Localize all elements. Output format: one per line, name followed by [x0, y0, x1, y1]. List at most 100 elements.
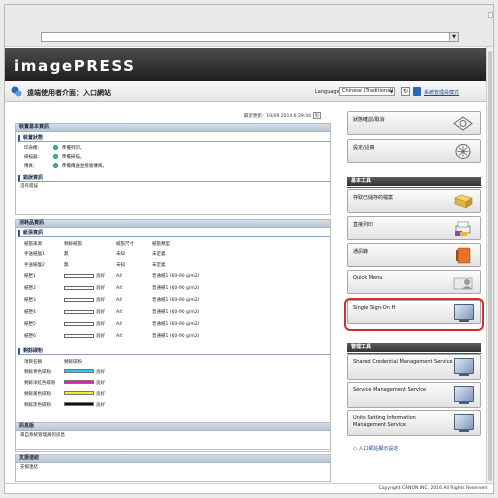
toner-level-cell: 良好: [64, 377, 224, 388]
language-value: Chinese (Traditional): [342, 88, 394, 94]
column-header: 剩餘紙張: [64, 241, 82, 247]
page-title: 遠端使用者介面：入口網站: [27, 89, 111, 97]
support-links: 支援連結 支援連結: [15, 454, 331, 482]
address-book-button[interactable]: 通訊錄: [347, 243, 481, 267]
paper-type: 普通紙1 (60-90 g/m2): [152, 274, 200, 279]
paper-level-bar: [64, 297, 94, 302]
button-label: Units Setting Information Management Ser…: [353, 415, 416, 428]
address-book-icon: [456, 247, 471, 264]
toner-level: 良好: [96, 391, 105, 397]
monitor-icon: [454, 414, 474, 432]
folder-icon: [454, 194, 473, 209]
status-value: 準備掃描。: [61, 155, 85, 160]
paper-size: A4: [116, 321, 122, 327]
paper-size: A4: [116, 309, 122, 315]
toner-level-bar: [64, 391, 94, 395]
table-header-row: 項目名稱 剩餘碳粉: [24, 357, 224, 366]
paper-type: 普通紙1 (60-90 g/m2): [152, 298, 200, 303]
paper-size: A4: [116, 285, 122, 291]
section-title: 支援連結: [16, 455, 330, 463]
status-ok-icon: [53, 145, 59, 150]
paper-source: 手送紙盤2: [24, 262, 45, 268]
table-row: 手送紙盤2 無 未知 未定義: [24, 259, 324, 270]
status-label: 傳真：: [24, 164, 38, 169]
language-label: Language:: [315, 89, 342, 95]
toner-level-bar: [64, 369, 94, 373]
user-icon: [453, 277, 473, 290]
column-header: 紙張來源: [24, 241, 42, 247]
language-select[interactable]: Chinese (Traditional) ▼: [339, 87, 395, 96]
paper-type: 未定義: [152, 262, 166, 268]
refresh-button[interactable]: ↻: [313, 112, 321, 119]
paper-source: 紙匣2: [24, 286, 36, 291]
settings-button[interactable]: 設定/註冊: [347, 139, 481, 163]
table-row: 剩餘洋紅色碳粉 良好: [24, 377, 224, 388]
paper-source: 紙匣4: [24, 310, 36, 315]
link-label: 入口網站顯示設定: [358, 446, 399, 452]
units-setting-button[interactable]: Units Setting Information Management Ser…: [347, 410, 481, 436]
table-row: 紙匣2 良好 A4 普通紙1 (60-90 g/m2): [24, 282, 324, 294]
paper-remaining: 無: [64, 262, 69, 268]
paper-remaining: 良好: [96, 334, 105, 339]
button-label: Shared Credential Management Service: [353, 359, 453, 365]
table-row: 紙匣1 良好 A4 普通紙1 (60-90 g/m2): [24, 270, 324, 282]
paper-size: A4: [116, 333, 122, 339]
paper-source: 紙匣5: [24, 322, 36, 327]
error-text: 沒有錯誤: [20, 184, 38, 189]
message-text: 來自系統管理員的訊息: [20, 433, 65, 438]
portal-header: 遠端使用者介面：入口網站 Language: Chinese (Traditio…: [5, 81, 493, 102]
browser-window: ▼ imagePRESS 遠端使用者介面：入口網站 Language: Chin…: [4, 4, 494, 494]
subsection-title: 裝置狀態: [18, 135, 330, 142]
browser-toolbar: ▼: [5, 5, 493, 47]
toner-level: 良好: [96, 402, 105, 408]
copyright: Copyright CANON INC. 2016 All Rights Res…: [378, 486, 487, 491]
language-apply-button[interactable]: ↻: [401, 87, 410, 96]
quick-menu-button[interactable]: Quick Menu: [347, 270, 481, 294]
section-title: 消耗品資訊: [16, 220, 330, 228]
stored-files-button[interactable]: 存取已儲存的檔案: [347, 189, 481, 213]
paper-type: 普通紙1 (60-90 g/m2): [152, 310, 200, 315]
message-board: 訊息版 來自系統管理員的訊息: [15, 422, 331, 450]
paper-source: 紙匣1: [24, 274, 36, 279]
chevron-down-icon[interactable]: ▼: [449, 33, 458, 41]
toner-level-cell: 良好: [64, 388, 224, 399]
toner-level-bar: [64, 402, 94, 406]
toner-table: 項目名稱 剩餘碳粉 剩餘青色碳粉 良好 剩餘洋紅色碳粉 良好 剩餘黃色碳粉 良好…: [24, 357, 224, 410]
scroll-up-button[interactable]: [488, 12, 493, 18]
paper-table: 紙張來源 剩餘紙張 紙張尺寸 紙張類型 手送紙盤1 無 未知 未定義 手送紙盤2…: [24, 239, 324, 342]
direct-print-button[interactable]: 直接列印: [347, 216, 481, 240]
column-header: 紙張尺寸: [116, 241, 134, 247]
brand-logo: imagePRESS: [14, 57, 136, 75]
paper-level-bar: [64, 333, 94, 338]
paper-size: A4: [116, 273, 122, 279]
button-label: Service Management Service: [353, 387, 427, 393]
shared-credential-button[interactable]: Shared Credential Management Service: [347, 354, 481, 380]
address-bar[interactable]: ▼: [41, 32, 459, 42]
paper-size: 未知: [116, 262, 125, 268]
toner-level-cell: 良好: [64, 366, 224, 377]
status-ok-icon: [53, 154, 59, 159]
button-label: Quick Menu: [353, 275, 383, 281]
status-row: 掃描器： 準備掃描。: [16, 153, 330, 162]
table-row: 剩餘黃色碳粉 良好: [24, 388, 224, 399]
sysadmin-mode-link[interactable]: 系統管理員模式: [424, 89, 459, 96]
scrollbar-thumb[interactable]: [488, 51, 492, 481]
paper-remaining-cell: 良好: [64, 330, 116, 342]
column-header: 剩餘碳粉: [64, 359, 82, 365]
gear-icon: [455, 144, 471, 159]
consumables-info: 消耗品資訊 紙張資訊 紙張來源 剩餘紙張 紙張尺寸 紙張類型 手送紙盤1 無 未…: [15, 219, 331, 452]
service-management-button[interactable]: Service Management Service: [347, 382, 481, 408]
sidebar: 狀態確認/取消 設定/註冊 基本工具 存取已儲存的檔案 直接列印 通訊錄 Qui…: [341, 109, 487, 489]
status-label: 印表機：: [24, 146, 42, 151]
paper-remaining: 良好: [96, 298, 105, 303]
device-basic-info: 裝置基本資訊 裝置狀態 印表機： 準備列印。 掃描器： 準備掃描。 傳真： 準備…: [15, 123, 331, 215]
support-link[interactable]: 支援連結: [16, 463, 330, 472]
footer: Copyright CANON INC. 2016 All Rights Res…: [5, 483, 493, 493]
vertical-scrollbar[interactable]: [486, 47, 493, 483]
section-title: 訊息版: [16, 423, 330, 431]
table-row: 紙匣5 良好 A4 普通紙1 (60-90 g/m2): [24, 318, 324, 330]
toner-level: 良好: [96, 369, 105, 375]
paper-remaining: 良好: [96, 286, 105, 291]
status-monitor-button[interactable]: 狀態確認/取消: [347, 111, 481, 135]
portal-display-settings-link[interactable]: ◇ 入口網站顯示設定: [353, 445, 398, 452]
